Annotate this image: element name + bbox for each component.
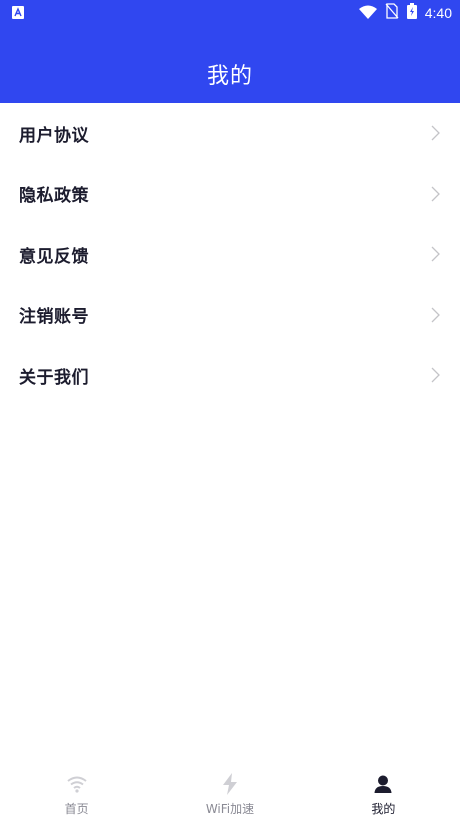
- menu-item-about-us[interactable]: 关于我们: [0, 345, 460, 406]
- chevron-right-icon: [431, 367, 440, 383]
- menu-item-label: 意见反馈: [19, 246, 89, 267]
- user-icon: [371, 772, 395, 796]
- menu-item-delete-account[interactable]: 注销账号: [0, 285, 460, 346]
- tab-wifi-boost[interactable]: WiFi加速: [153, 762, 306, 817]
- menu-item-label: 用户协议: [19, 125, 89, 146]
- battery-icon: [406, 3, 417, 23]
- menu-item-privacy-policy[interactable]: 隐私政策: [0, 164, 460, 225]
- status-time: 4:40: [424, 5, 452, 21]
- tab-label: 首页: [64, 802, 89, 816]
- menu-item-feedback[interactable]: 意见反馈: [0, 224, 460, 285]
- notification-icon: [12, 6, 24, 19]
- tab-mine[interactable]: 我的: [307, 762, 460, 817]
- tab-label: 我的: [371, 802, 396, 816]
- page-title: 我的: [206, 64, 253, 89]
- wifi-icon: [65, 772, 89, 796]
- menu-item-label: 关于我们: [19, 367, 89, 388]
- chevron-right-icon: [431, 186, 440, 202]
- menu-item-label: 注销账号: [19, 307, 89, 328]
- header-bar: 4:40 我的: [0, 0, 460, 103]
- settings-menu: 用户协议 隐私政策 意见反馈 注销账号 关于我们: [0, 103, 460, 406]
- no-sim-icon: [385, 3, 399, 23]
- lightning-icon: [218, 772, 242, 796]
- status-bar: 4:40: [0, 0, 460, 26]
- tab-label: WiFi加速: [205, 802, 255, 816]
- chevron-right-icon: [431, 307, 440, 323]
- bottom-tab-bar: 首页 WiFi加速 我的: [0, 762, 460, 817]
- chevron-right-icon: [431, 125, 440, 141]
- menu-item-user-agreement[interactable]: 用户协议: [0, 103, 460, 164]
- chevron-right-icon: [431, 246, 440, 262]
- wifi-signal-icon: [358, 4, 377, 23]
- menu-item-label: 隐私政策: [19, 186, 89, 207]
- tab-home[interactable]: 首页: [0, 762, 153, 817]
